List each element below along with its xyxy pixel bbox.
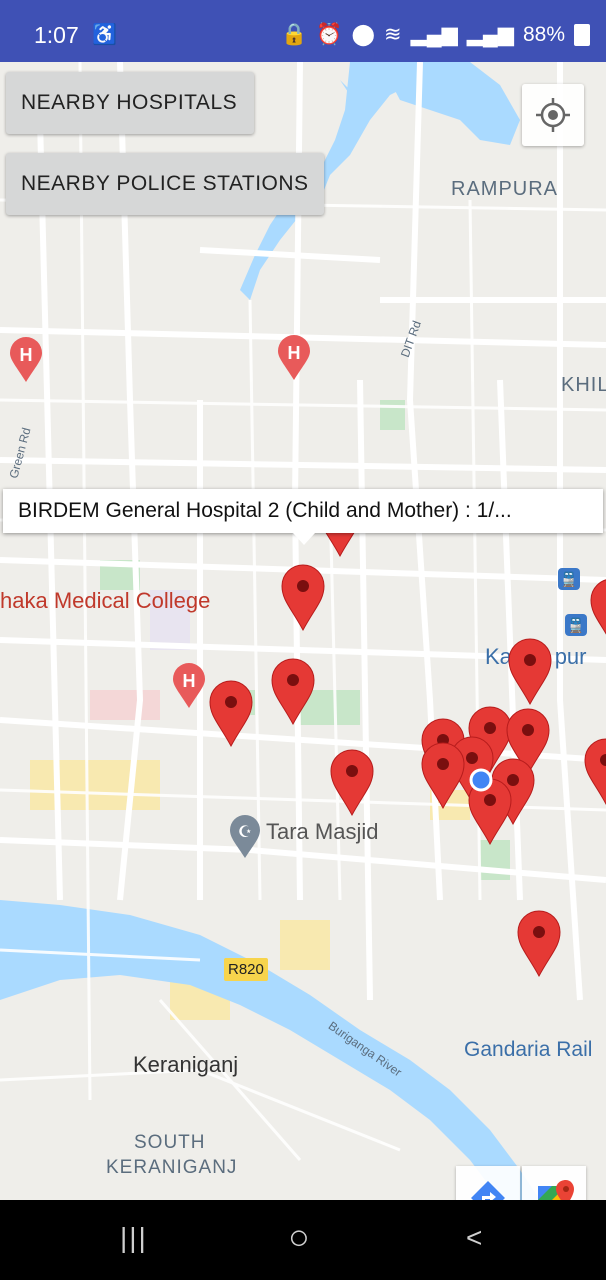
map-marker[interactable] [209, 680, 253, 747]
my-location-button[interactable] [522, 84, 584, 146]
map-marker[interactable] [590, 578, 606, 645]
map-view[interactable]: RAMPURA KHILG haka Medical College Ka pu… [0, 62, 606, 1200]
status-icons: 🔒 ⏰ ⬤ ≋ ▂▄▆ ▂▄▆ 88% [281, 22, 590, 47]
markers-layer [209, 490, 606, 977]
alarm-icon: ⏰ [316, 22, 343, 46]
status-bar: 1:07 ♿ 🔒 ⏰ ⬤ ≋ ▂▄▆ ▂▄▆ 88% [0, 0, 606, 62]
info-window-title: BIRDEM General Hospital 2 (Child and Mot… [18, 499, 512, 522]
map-marker[interactable] [584, 738, 606, 805]
my-location-dot [469, 768, 493, 792]
home-button[interactable]: ○ [288, 1216, 310, 1258]
back-button[interactable]: < [466, 1222, 482, 1254]
map-marker[interactable] [271, 658, 315, 725]
map-marker[interactable] [508, 638, 552, 705]
location-icon: ⬤ [351, 23, 375, 46]
person-walking-icon: ♿ [92, 24, 117, 46]
map-marker[interactable] [281, 564, 325, 631]
map-marker[interactable] [421, 742, 465, 809]
signal-icon: ▂▄▆ [410, 23, 458, 46]
nearby-police-stations-button[interactable]: NEARBY POLICE STATIONS [6, 153, 324, 215]
directions-button[interactable] [456, 1166, 520, 1200]
map-marker[interactable] [330, 749, 374, 816]
nearby-hospitals-button[interactable]: NEARBY HOSPITALS [6, 72, 254, 134]
status-time: 1:07 [34, 22, 79, 48]
marker-info-window[interactable]: BIRDEM General Hospital 2 (Child and Mot… [3, 489, 603, 545]
google-maps-icon [538, 1180, 574, 1200]
directions-icon [471, 1181, 505, 1200]
crosshair-icon [536, 98, 570, 132]
wifi-icon: ≋ [383, 23, 402, 46]
open-in-maps-button[interactable] [522, 1166, 586, 1200]
navigation-bar: ||| ○ < [0, 1200, 606, 1280]
battery-text: 88% [522, 22, 565, 46]
recents-button[interactable]: ||| [120, 1222, 148, 1254]
map-marker[interactable] [517, 910, 561, 977]
signal-icon: ▂▄▆ [466, 23, 514, 46]
battery-icon [574, 23, 590, 46]
lock-icon: 🔒 [281, 22, 308, 46]
